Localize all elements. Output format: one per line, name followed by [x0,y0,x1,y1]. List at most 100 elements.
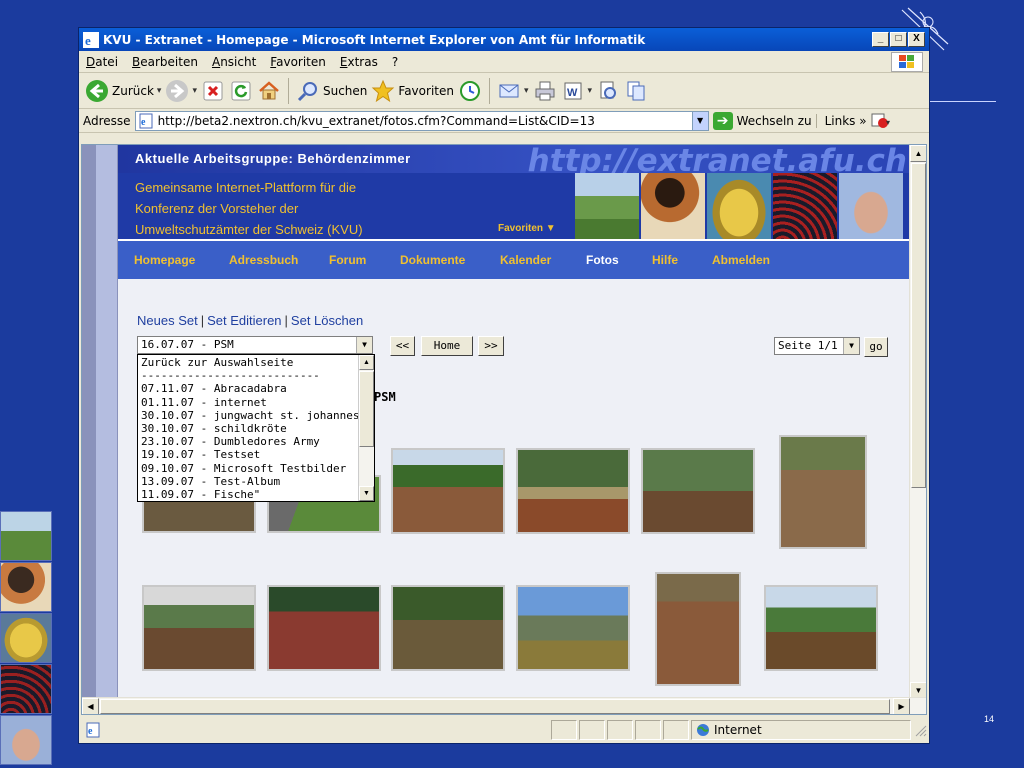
edit-set-link[interactable]: Set Editieren [207,313,281,328]
favorites-label: Favoriten [398,83,454,98]
dropdown-option[interactable]: 19.10.07 - Testset [141,448,374,461]
menu-favoriten[interactable]: Favoriten [263,55,333,69]
mail-dropdown-icon[interactable]: ▾ [524,86,529,96]
dropdown-option[interactable]: 11.09.07 - Fische" [141,488,374,501]
menu-help[interactable]: ? [385,55,405,69]
dropdown-option[interactable]: 30.10.07 - jungwacht st. johannes [141,409,374,422]
page-select-dropdown-icon[interactable]: ▼ [843,338,859,354]
new-set-link[interactable]: Neues Set [137,313,198,328]
translate-icon[interactable]: ▾ [871,113,891,129]
dropdown-option[interactable]: Zurück zur Auswahlseite [141,356,374,369]
nav-forum[interactable]: Forum [329,253,366,267]
menu-ansicht[interactable]: Ansicht [205,55,263,69]
status-bar: e Internet [81,718,927,742]
scroll-up-icon[interactable]: ▲ [910,145,926,162]
back-dropdown-icon[interactable]: ▾ [157,86,162,96]
photo-thumbnail[interactable] [391,585,505,671]
forward-dropdown-icon[interactable]: ▾ [192,86,197,96]
home-set-button[interactable]: Home [421,336,473,356]
horizontal-scroll-thumb[interactable] [100,699,890,714]
print-button[interactable] [533,79,557,103]
address-input[interactable]: e http://beta2.nextron.ch/kvu_extranet/f… [134,110,709,131]
history-button[interactable] [458,79,482,103]
vertical-scrollbar[interactable]: ▲ ▼ [909,145,926,699]
photo-thumbnail[interactable] [267,585,381,671]
side-thumb-orchard [0,511,52,561]
dropdown-option[interactable]: 30.10.07 - schildkröte [141,422,374,435]
prev-button[interactable]: << [390,336,415,356]
resize-grip-icon[interactable] [913,723,927,737]
stop-button[interactable] [201,79,225,103]
slide-number: 14 [984,714,995,724]
scroll-left-icon[interactable]: ◀ [82,698,99,714]
address-label: Adresse [83,113,131,128]
mail-button[interactable]: ▾ [497,79,529,103]
minimize-button[interactable]: _ [872,32,889,47]
photo-thumbnail[interactable] [391,448,505,534]
site-favorites-link[interactable]: Favoriten ▼ [498,223,556,234]
svg-text:e: e [141,117,146,128]
favorites-button[interactable]: Favoriten [371,79,454,103]
nav-abmelden[interactable]: Abmelden [712,253,770,267]
nav-hilfe[interactable]: Hilfe [652,253,678,267]
dropdown-scrollbar[interactable]: ▲ ▼ [358,355,374,501]
back-label: Zurück [112,83,154,98]
close-button[interactable]: X [908,32,925,47]
star-icon [372,79,395,102]
dropdown-option[interactable]: 07.11.07 - Abracadabra [141,382,374,395]
nav-dokumente[interactable]: Dokumente [400,253,465,267]
nav-kalender[interactable]: Kalender [500,253,551,267]
discuss-button[interactable] [596,79,620,103]
photo-thumbnail[interactable] [655,572,741,686]
header-photos [575,173,903,239]
edit-dropdown-icon[interactable]: ▾ [588,86,593,96]
set-select-dropdown-icon[interactable]: ▼ [356,337,372,353]
menu-datei[interactable]: Datei [79,55,125,69]
scroll-up-icon[interactable]: ▲ [359,355,374,370]
page-select[interactable]: Seite 1/1 ▼ [774,337,860,355]
status-cell [551,720,577,740]
menu-bearbeiten[interactable]: Bearbeiten [125,55,205,69]
vertical-scroll-thumb[interactable] [911,163,926,488]
search-button[interactable]: Suchen [296,79,367,103]
dropdown-option[interactable]: --------------------------- [141,369,374,382]
nav-homepage[interactable]: Homepage [134,253,195,267]
dropdown-option[interactable]: 23.10.07 - Dumbledores Army [141,435,374,448]
links-label: Links [824,113,856,128]
messenger-button[interactable] [624,79,648,103]
photo-thumbnail[interactable] [142,585,256,671]
nav-adressbuch[interactable]: Adressbuch [229,253,298,267]
menu-extras[interactable]: Extras [333,55,385,69]
page-go-button[interactable]: go [864,337,888,357]
go-arrow-icon: ➔ [712,111,733,130]
photo-thumbnail[interactable] [779,435,867,549]
home-button[interactable] [257,79,281,103]
photo-thumbnail[interactable] [764,585,878,671]
scroll-down-icon[interactable]: ▼ [359,486,374,501]
dropdown-option[interactable]: 01.11.07 - internet [141,396,374,409]
photo-thumbnail[interactable] [516,585,630,671]
next-button[interactable]: >> [478,336,504,356]
address-dropdown-icon[interactable]: ▼ [691,111,708,130]
delete-set-link[interactable]: Set Löschen [291,313,363,328]
title-bar[interactable]: e KVU - Extranet - Homepage - Microsoft … [79,28,929,51]
photo-thumbnail[interactable] [516,448,630,534]
menu-bar: Datei Bearbeiten Ansicht Favoriten Extra… [79,51,929,73]
go-button[interactable]: ➔ Wechseln zu [712,111,812,130]
dropdown-option[interactable]: 13.09.07 - Test-Album [141,475,374,488]
nav-fotos[interactable]: Fotos [586,253,619,267]
forward-button[interactable]: ▾ [165,79,197,103]
photo-thumbnail[interactable] [641,448,755,534]
back-button[interactable]: Zurück ▾ [85,79,161,103]
horizontal-scrollbar[interactable]: ◀ ▶ [82,697,926,714]
set-select[interactable]: 16.07.07 - PSM ▼ [137,336,373,354]
side-thumb-fibers [0,664,52,714]
dropdown-option[interactable]: 09.10.07 - Microsoft Testbilder [141,462,374,475]
scroll-right-icon[interactable]: ▶ [893,698,910,714]
status-cell [607,720,633,740]
links-button[interactable]: Links » [815,113,867,128]
refresh-button[interactable] [229,79,253,103]
dropdown-scroll-thumb[interactable] [359,371,374,447]
maximize-button[interactable]: □ [890,32,907,47]
edit-button[interactable]: W ▾ [561,79,593,103]
